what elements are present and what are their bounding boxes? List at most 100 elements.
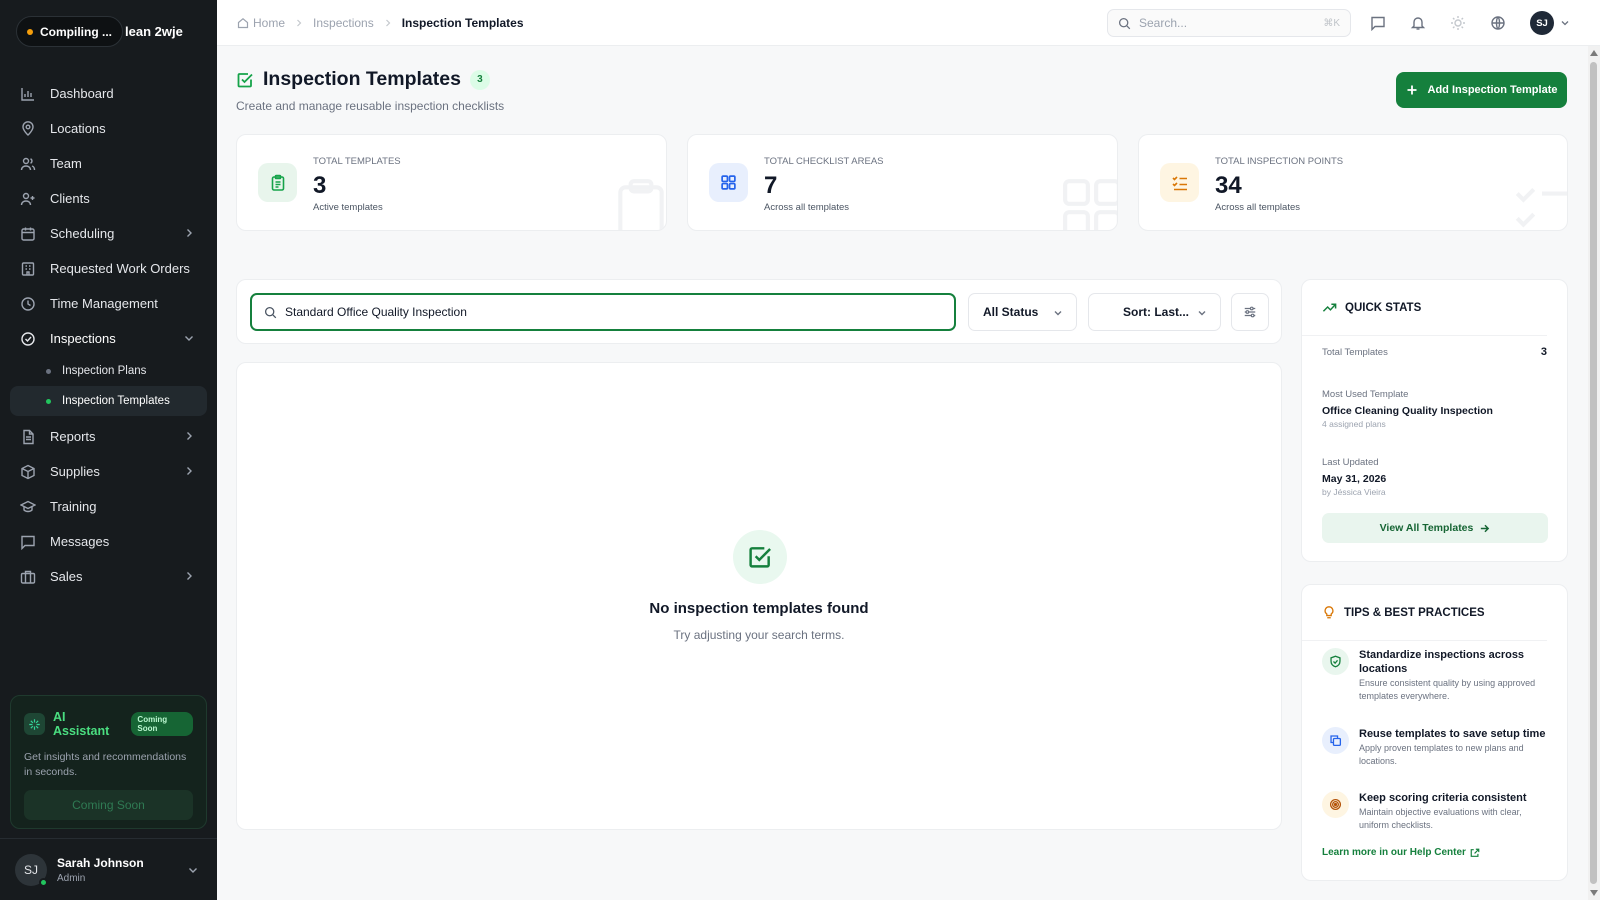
chevron-right-icon — [187, 229, 192, 237]
scrollbar-thumb[interactable] — [1590, 62, 1597, 884]
grid-watermark-icon — [1063, 179, 1117, 230]
message-icon[interactable] — [1370, 15, 1386, 31]
add-inspection-template-button[interactable]: Add Inspection Template — [1396, 72, 1567, 108]
sidebar-item-scheduling[interactable]: Scheduling — [10, 216, 207, 251]
chevron-down-icon — [185, 336, 193, 341]
sidebar-item-label: Supplies — [50, 464, 100, 479]
sidebar-item-label: Inspections — [50, 331, 116, 346]
sidebar: Compiling ... lean 2wje Dashboard Locati… — [0, 0, 217, 900]
sort-select[interactable]: Sort: Last... — [1088, 293, 1221, 331]
tips-title: TIPS & BEST PRACTICES — [1344, 606, 1485, 619]
total-templates-value: 3 — [1540, 346, 1547, 358]
breadcrumb-home[interactable]: Home — [253, 16, 285, 30]
chevron-right-icon — [187, 572, 192, 580]
advanced-filter-button[interactable] — [1231, 293, 1269, 331]
checklist-watermark-icon — [1515, 187, 1567, 228]
list-checks-icon — [1160, 163, 1199, 202]
help-center-link[interactable]: Learn more in our Help Center — [1322, 847, 1480, 858]
sidebar-subitem-inspection-plans[interactable]: Inspection Plans — [10, 356, 207, 386]
last-updated-by: by Jéssica Vieira — [1322, 487, 1386, 497]
bar-chart-icon — [21, 87, 34, 101]
bell-icon[interactable] — [1410, 15, 1426, 31]
stat-value: 3 — [313, 172, 327, 199]
view-all-templates-button[interactable]: View All Templates — [1322, 513, 1548, 543]
sidebar-item-supplies[interactable]: Supplies — [10, 454, 207, 489]
sidebar-item-messages[interactable]: Messages — [10, 524, 207, 559]
plus-icon — [1407, 85, 1416, 95]
sidebar-item-label: Clients — [50, 191, 90, 206]
sidebar-item-reports[interactable]: Reports — [10, 419, 207, 454]
sparkles-icon — [24, 713, 45, 735]
sidebar-item-requested-work-orders[interactable]: Requested Work Orders — [10, 251, 207, 286]
template-search-field[interactable] — [250, 293, 956, 331]
scroll-down-arrow[interactable] — [1590, 890, 1598, 896]
user-role: Admin — [57, 872, 86, 884]
breadcrumb-inspections[interactable]: Inspections — [313, 16, 374, 30]
briefcase-icon — [20, 570, 36, 584]
chevron-right-icon — [187, 467, 192, 475]
stat-description: Active templates — [313, 202, 383, 213]
stat-label: TOTAL CHECKLIST AREAS — [764, 156, 884, 167]
sidebar-item-time-management[interactable]: Time Management — [10, 286, 207, 321]
sidebar-item-locations[interactable]: Locations — [10, 111, 207, 146]
bullet-dot — [46, 398, 51, 404]
user-profile-menu[interactable]: SJ Sarah Johnson Admin — [0, 838, 217, 900]
globe-icon[interactable] — [1490, 15, 1506, 31]
search-icon — [264, 306, 277, 318]
most-used-value[interactable]: Office Cleaning Quality Inspection — [1322, 405, 1493, 417]
search-shortcut: ⌘K — [1323, 17, 1340, 29]
sidebar-item-inspections[interactable]: Inspections — [10, 321, 207, 356]
ai-assistant-card: AI Assistant Coming Soon Get insights an… — [10, 695, 207, 829]
templates-list-panel: No inspection templates found Try adjust… — [236, 362, 1282, 830]
stat-label: TOTAL TEMPLATES — [313, 156, 401, 167]
last-updated-label: Last Updated — [1322, 457, 1379, 468]
avatar: SJ — [15, 853, 48, 887]
status-filter-value: All Status — [983, 305, 1039, 319]
arrow-right-icon — [1481, 524, 1490, 532]
last-updated-value: May 31, 2026 — [1322, 473, 1387, 485]
chevron-down-icon — [1054, 311, 1062, 316]
global-search-input[interactable]: Search... ⌘K — [1107, 9, 1351, 37]
shield-check-icon — [1322, 648, 1349, 675]
chevron-right-icon — [297, 19, 302, 27]
sidebar-subitem-inspection-templates[interactable]: Inspection Templates — [10, 386, 207, 416]
coming-soon-button[interactable]: Coming Soon — [24, 790, 193, 820]
stat-value: 7 — [764, 172, 778, 199]
most-used-label: Most Used Template — [1322, 389, 1409, 400]
template-search-input[interactable] — [285, 305, 885, 319]
user-avatar-button[interactable]: SJ — [1530, 11, 1554, 35]
status-dot — [27, 28, 33, 35]
tip-title: Standardize inspections across locations — [1359, 649, 1525, 675]
sun-icon[interactable] — [1450, 15, 1466, 31]
brand-name: lean 2wje — [125, 24, 183, 39]
scroll-up-arrow[interactable] — [1590, 50, 1598, 56]
user-name: Sarah Johnson — [57, 855, 144, 870]
checkbox-checked-icon — [733, 530, 787, 584]
bullet-dot — [46, 368, 51, 374]
sidebar-item-team[interactable]: Team — [10, 146, 207, 181]
chevron-down-icon[interactable] — [1560, 18, 1570, 28]
calendar-icon — [21, 227, 35, 241]
ai-assistant-title: AI Assistant — [52, 710, 110, 738]
compiling-status-badge: Compiling ... — [16, 16, 123, 47]
tips-header: TIPS & BEST PRACTICES — [1302, 585, 1547, 641]
sidebar-item-training[interactable]: Training — [10, 489, 207, 524]
sidebar-nav: Dashboard Locations Team Clients Schedul… — [10, 76, 207, 594]
status-filter-select[interactable]: All Status — [968, 293, 1077, 331]
tip-description: Apply proven templates to new plans and … — [1359, 743, 1524, 766]
chevron-down-icon — [1198, 311, 1206, 316]
brand[interactable]: Compiling ... lean 2wje — [16, 16, 183, 47]
sidebar-subitem-label: Inspection Templates — [62, 395, 170, 407]
sidebar-item-dashboard[interactable]: Dashboard — [10, 76, 207, 111]
target-icon — [1322, 791, 1349, 818]
compiling-label: Compiling ... — [40, 24, 112, 39]
clipboard-watermark-icon — [618, 179, 664, 230]
message-square-icon — [21, 535, 35, 550]
sidebar-item-clients[interactable]: Clients — [10, 181, 207, 216]
page-scrollbar[interactable] — [1588, 46, 1600, 900]
sidebar-subitem-label: Inspection Plans — [62, 365, 147, 377]
sidebar-item-sales[interactable]: Sales — [10, 559, 207, 594]
sidebar-item-label: Reports — [50, 429, 96, 444]
clock-icon — [21, 296, 35, 311]
total-templates-label: Total Templates — [1322, 347, 1388, 358]
